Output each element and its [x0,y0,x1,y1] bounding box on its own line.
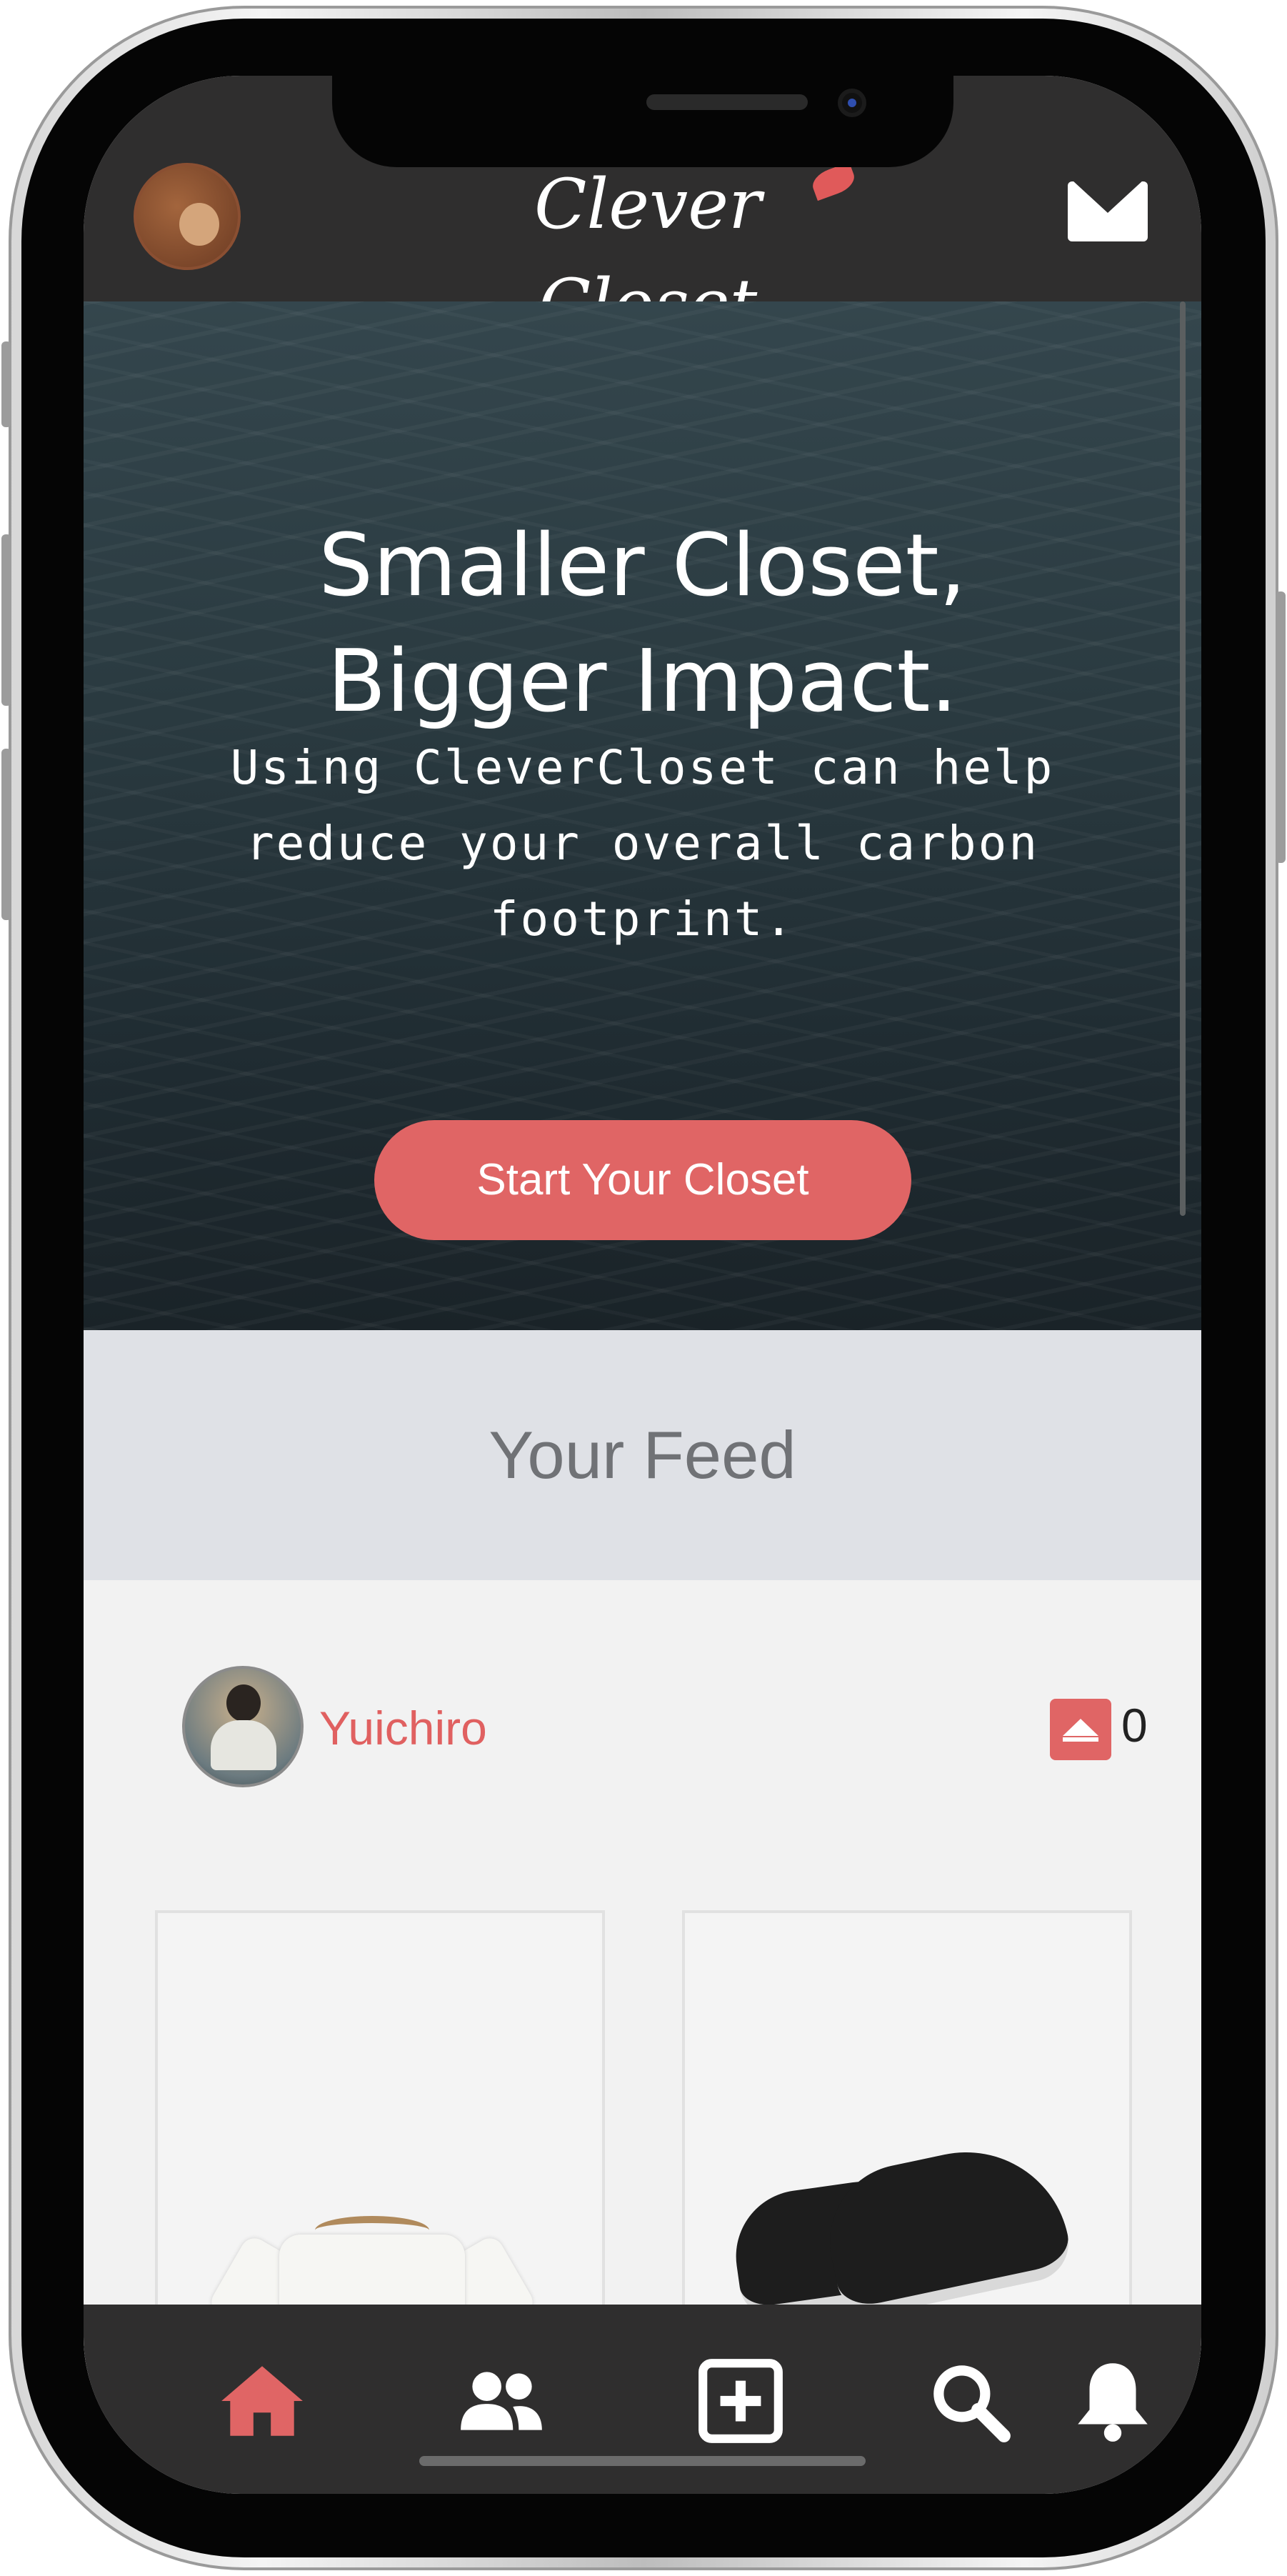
feed-title: Your Feed [489,1417,796,1492]
hero-title: Smaller Closet, Bigger Impact. [84,509,1201,740]
mail-icon[interactable] [1068,180,1148,241]
speaker-grille [646,94,808,110]
search-icon [933,2365,1011,2442]
tab-search[interactable] [923,2355,1016,2447]
tab-add[interactable] [694,2355,787,2447]
hanger-icon [315,2216,429,2245]
hero-title-line-2: Bigger Impact. [327,632,958,732]
bell-icon [1078,2363,1148,2442]
avatar-face [179,203,219,246]
mute-switch [1,341,11,427]
volume-down-button [1,749,11,920]
scrollbar[interactable] [1180,301,1186,1216]
feed-post: Yuichiro 0 [84,1580,1201,2449]
users-icon [461,2372,542,2430]
hero-banner: Smaller Closet, Bigger Impact. Using Cle… [84,301,1201,1330]
hero-title-line-1: Smaller Closet, [319,516,966,616]
app-logo: Clever Closet [534,164,761,344]
home-icon [221,2366,303,2436]
tab-home[interactable] [216,2355,309,2447]
feed-header: Your Feed [84,1330,1201,1580]
user-avatar-head [226,1684,261,1722]
front-camera [838,89,866,117]
sneaker-right [815,2132,1076,2322]
user-avatar[interactable] [182,1666,304,1787]
upvote-icon[interactable] [1050,1699,1111,1760]
start-your-closet-button[interactable]: Start Your Closet [374,1120,911,1240]
tab-friends[interactable] [455,2355,548,2447]
post-username[interactable]: Yuichiro [319,1696,487,1760]
volume-up-button [1,534,11,706]
plus-square-icon [698,2359,783,2443]
phone-notch [332,76,953,167]
app-screen: Clever Closet Smaller Closet, Bigger Imp… [84,76,1201,2494]
home-indicator[interactable] [419,2456,866,2466]
vote-count: 0 [1121,1699,1148,1752]
hero-subtitle: Using CleverCloset can help reduce your … [230,740,1055,947]
profile-avatar[interactable] [134,163,241,270]
power-button [1276,591,1286,863]
upvote-icon-bar [1063,1737,1098,1742]
tab-notifications[interactable] [1066,2355,1159,2447]
user-avatar-body [211,1720,276,1770]
